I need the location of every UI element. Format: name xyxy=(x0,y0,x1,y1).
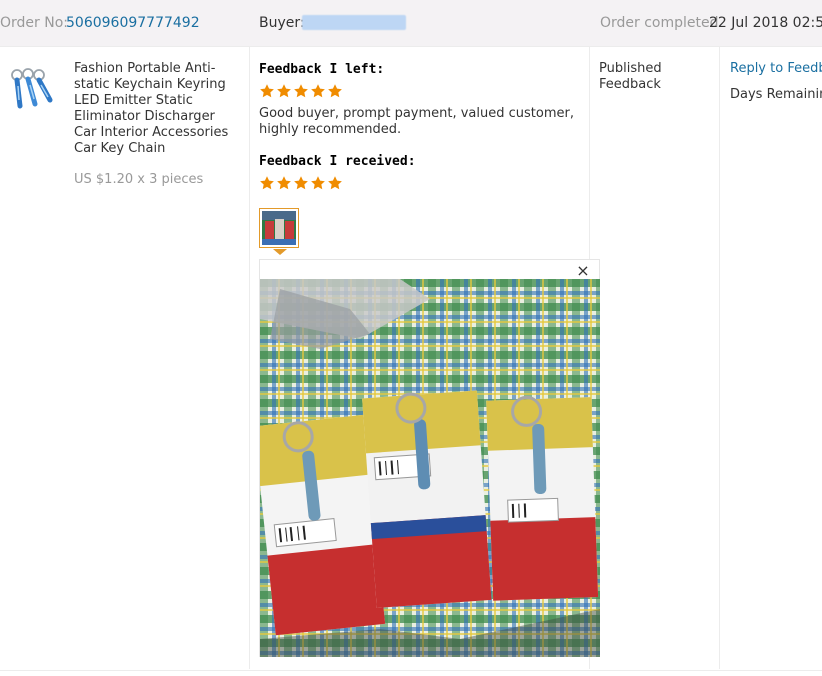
star-icon xyxy=(311,176,325,190)
days-remaining-text: Days Remaining xyxy=(730,87,822,102)
star-icon xyxy=(277,176,291,190)
star-icon xyxy=(294,84,308,98)
star-icon xyxy=(260,84,274,98)
row-bottom-divider xyxy=(0,670,822,671)
feedback-received-rating xyxy=(259,175,343,191)
reply-to-feedback-link[interactable]: Reply to Feedb xyxy=(730,61,822,76)
order-completed-label: Order completed xyxy=(600,15,719,31)
column-divider xyxy=(719,47,720,669)
buyer-label: Buyer: xyxy=(259,15,305,31)
star-icon xyxy=(294,176,308,190)
feedback-status: Published Feedback xyxy=(599,61,662,92)
product-price: US $1.20 x 3 pieces xyxy=(74,172,204,187)
column-divider xyxy=(249,47,250,669)
feedback-received-label: Feedback I received: xyxy=(259,154,416,169)
product-title[interactable]: Fashion Portable Anti-static Keychain Ke… xyxy=(74,61,240,157)
product-thumbnail[interactable] xyxy=(4,66,60,116)
photo-thumbnail-image xyxy=(262,211,296,245)
photo-thumbnail-pointer xyxy=(273,249,287,255)
order-completed-date: 22 Jul 2018 02:58 xyxy=(709,15,822,31)
star-icon xyxy=(277,84,291,98)
star-icon xyxy=(311,84,325,98)
star-icon xyxy=(328,176,342,190)
order-number-label: Order No: xyxy=(0,15,68,31)
order-number-link[interactable]: 506096097777492 xyxy=(66,0,200,46)
close-icon[interactable]: × xyxy=(576,262,590,280)
star-icon xyxy=(260,176,274,190)
feedback-left-rating xyxy=(259,83,343,99)
feedback-left-text: Good buyer, prompt payment, valued custo… xyxy=(259,106,574,137)
order-header: Order No: 506096097777492 Buyer: Order c… xyxy=(0,0,822,47)
buyer-name-redacted xyxy=(302,15,406,30)
feedback-photo-large xyxy=(260,279,600,657)
star-icon xyxy=(328,84,342,98)
feedback-left-label: Feedback I left: xyxy=(259,62,385,77)
feedback-photo-thumbnail[interactable] xyxy=(259,208,299,248)
